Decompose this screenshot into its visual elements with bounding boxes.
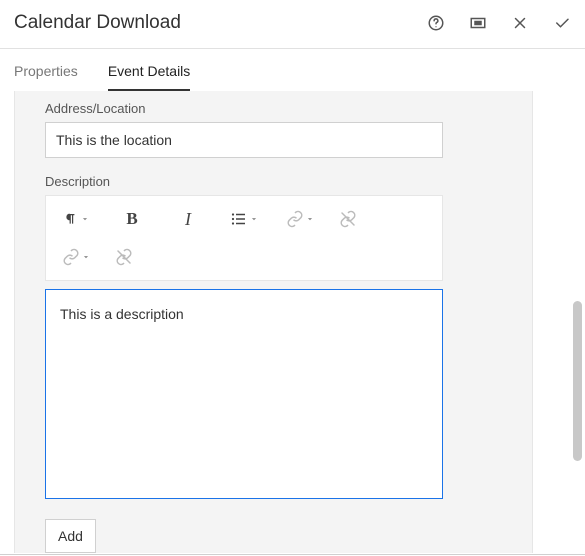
chevron-down-icon [249,214,259,224]
editor-toolbar: B I [45,195,443,281]
editor-content: This is a description [60,306,428,322]
link-button [276,203,324,235]
rich-text-editor: B I [45,195,443,499]
address-label: Address/Location [45,101,502,116]
link-button-2 [52,241,100,273]
help-icon[interactable] [427,14,445,32]
toolbar-row-1: B I [52,200,436,238]
bold-icon: B [126,209,137,229]
chevron-down-icon [305,214,315,224]
unlink-icon [115,248,133,266]
description-label: Description [45,174,502,189]
form-panel: Address/Location This is the location De… [14,91,533,553]
scrollbar-thumb[interactable] [573,301,582,461]
dialog-title: Calendar Download [14,12,181,34]
unlink-button-2 [108,241,140,273]
list-icon [230,210,248,228]
dialog-header: Calendar Download [0,0,585,49]
chevron-down-icon [80,214,90,224]
fullscreen-icon[interactable] [469,14,487,32]
tab-event-details[interactable]: Event Details [108,63,190,91]
chevron-down-icon [81,252,91,262]
list-button[interactable] [220,203,268,235]
confirm-icon[interactable] [553,14,571,32]
unlink-icon [339,210,357,228]
toolbar-row-2 [52,238,436,276]
tab-properties[interactable]: Properties [14,63,78,91]
tab-bar: Properties Event Details [0,49,585,91]
link-icon [62,248,80,266]
italic-icon: I [185,209,191,230]
paragraph-format-button[interactable] [52,203,100,235]
bold-button[interactable]: B [108,203,156,235]
content-wrap: Address/Location This is the location De… [0,91,585,553]
scrollbar-track[interactable] [573,91,582,553]
close-icon[interactable] [511,14,529,32]
italic-button[interactable]: I [164,203,212,235]
unlink-button [332,203,364,235]
header-actions [427,14,571,32]
link-icon [286,210,304,228]
address-input[interactable]: This is the location [45,122,443,158]
description-editor[interactable]: This is a description [45,289,443,499]
add-button[interactable]: Add [45,519,96,553]
